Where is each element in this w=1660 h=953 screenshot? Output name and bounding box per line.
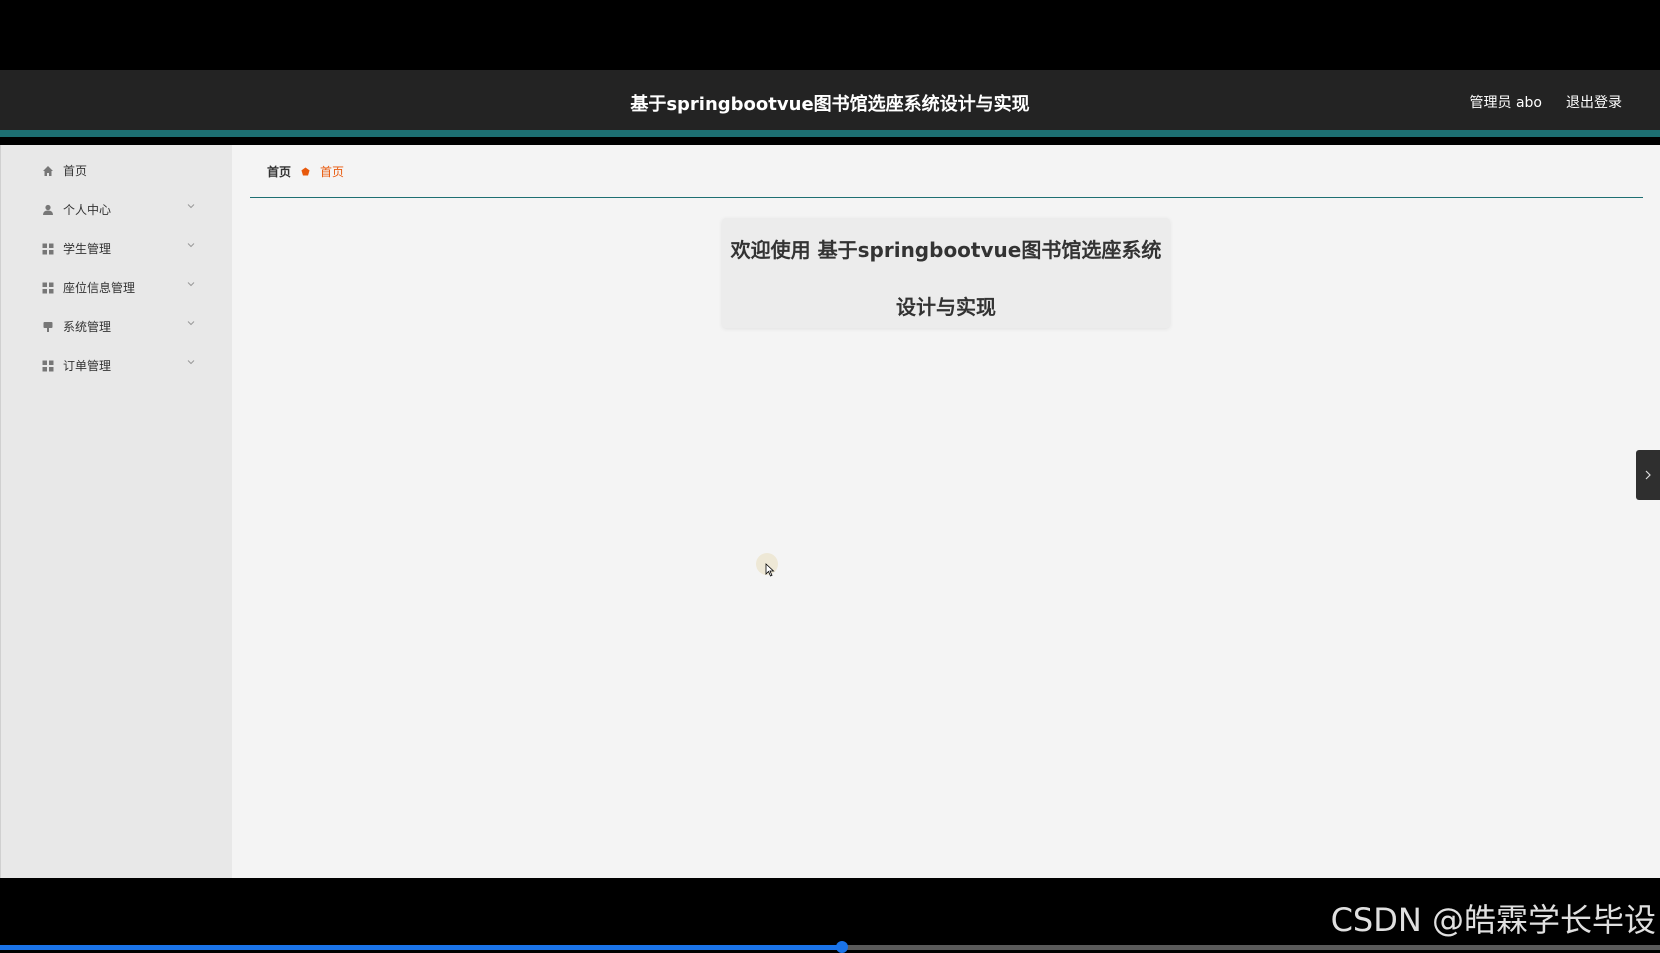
sidebar-item-label: 首页 [63,164,88,178]
app-title: 基于springbootvue图书馆选座系统设计与实现 [630,94,1030,115]
mouse-cursor-icon [765,563,775,577]
chevron-down-icon [187,360,195,365]
sidebar-item-system-management[interactable]: 系统管理 [1,307,232,346]
grid-icon [41,359,55,373]
sidebar-item-home[interactable]: 首页 [1,151,232,190]
sidebar-item-student-management[interactable]: 学生管理 [1,229,232,268]
breadcrumb-separator-icon [301,166,310,176]
video-progress-bar[interactable] [0,941,1660,953]
watermark: CSDN @皓霖学长毕设 [1330,901,1656,939]
sidebar-item-label: 学生管理 [63,242,112,256]
grid-icon [41,242,55,256]
sidebar: 首页 个人中心 学生管理 座位信息管理 系统管理 订单管理 [0,145,232,878]
current-user-label: 管理员 abo [1469,95,1542,111]
sidebar-item-label: 个人中心 [63,203,112,217]
welcome-title-line1: 欢迎使用 基于springbootvue图书馆选座系统 [730,238,1162,262]
main-content: 首页 首页 欢迎使用 基于springbootvue图书馆选座系统 设计与实现 [232,145,1660,878]
video-progress-fill [0,945,842,950]
grid-icon [41,281,55,295]
chevron-down-icon [187,282,195,287]
sidebar-item-label: 系统管理 [63,320,112,334]
home-icon [41,164,55,178]
sidebar-item-label: 订单管理 [63,359,112,373]
side-panel-toggle[interactable] [1636,450,1660,500]
breadcrumb-home-link[interactable]: 首页 [267,163,291,180]
sidebar-item-personal-center[interactable]: 个人中心 [1,190,232,229]
logout-button[interactable]: 退出登录 [1566,92,1622,112]
pin-icon [41,320,55,334]
chevron-down-icon [187,321,195,326]
welcome-title-line2: 设计与实现 [896,295,996,319]
user-icon [41,203,55,217]
welcome-card: 欢迎使用 基于springbootvue图书馆选座系统 设计与实现 [722,218,1170,328]
breadcrumb: 首页 首页 [250,145,1643,198]
chevron-down-icon [187,204,195,209]
chevron-right-icon [1645,470,1651,480]
video-progress-handle[interactable] [835,941,848,953]
chevron-down-icon [187,243,195,248]
sidebar-item-order-management[interactable]: 订单管理 [1,346,232,385]
breadcrumb-current: 首页 [320,164,345,179]
top-header: 基于springbootvue图书馆选座系统设计与实现 管理员 abo 退出登录 [0,70,1660,137]
sidebar-item-seat-management[interactable]: 座位信息管理 [1,268,232,307]
sidebar-item-label: 座位信息管理 [63,281,136,295]
video-letterbox-top [0,0,1660,70]
